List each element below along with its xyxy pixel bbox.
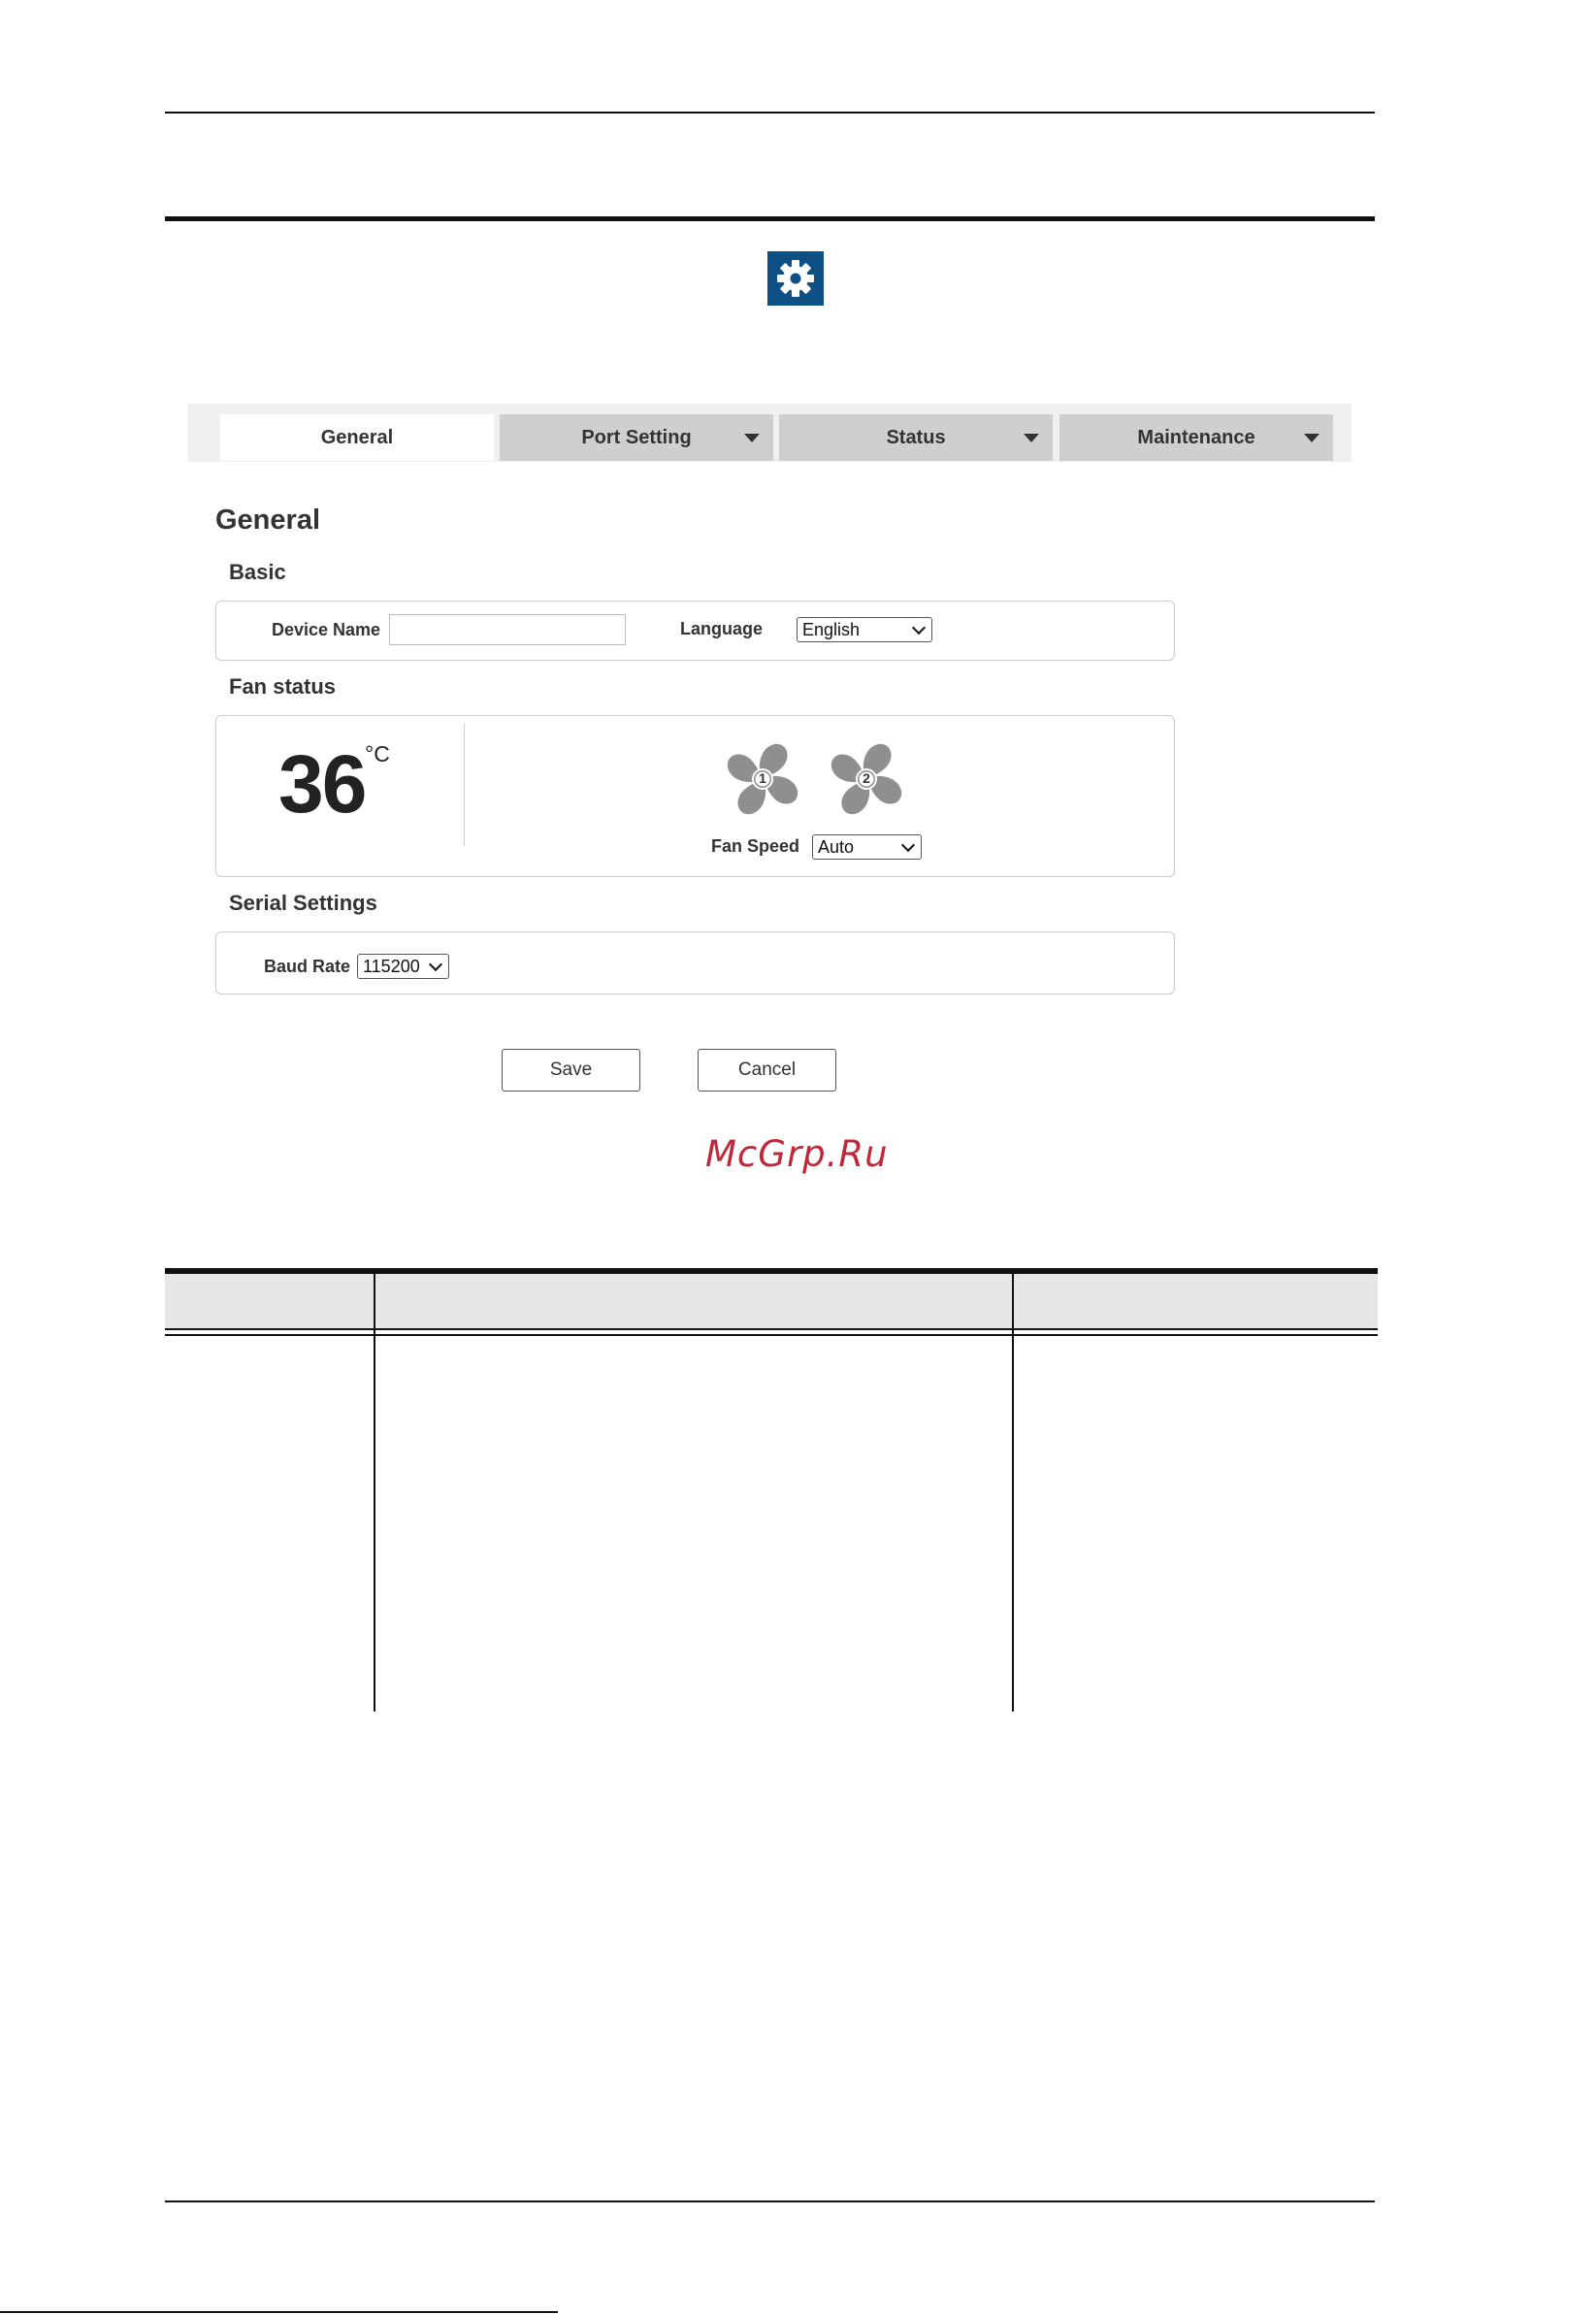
device-name-input[interactable]: [389, 614, 626, 645]
fan-speed-select-value: Auto: [818, 836, 855, 857]
basic-panel: Device Name Language English: [215, 601, 1175, 661]
baud-rate-select[interactable]: 115200: [357, 954, 449, 979]
tab-general[interactable]: General: [220, 414, 494, 461]
chevron-down-icon: [911, 620, 927, 636]
language-label: Language: [680, 619, 764, 638]
tab-maintenance-label: Maintenance: [1137, 426, 1255, 448]
tab-port-setting-label: Port Setting: [581, 426, 692, 448]
footer-rule: [165, 2200, 1375, 2202]
header-rule-thin: [165, 112, 1375, 114]
fan-speed-select[interactable]: Auto: [812, 834, 922, 860]
save-button[interactable]: Save: [502, 1049, 640, 1092]
language-select-value: English: [802, 619, 861, 639]
table-header-divider-1: [165, 1328, 1378, 1330]
fan-2-icon: 2: [828, 740, 905, 818]
caret-down-icon: [1304, 434, 1319, 442]
caret-down-icon: [1024, 434, 1039, 442]
tab-general-label: General: [320, 426, 394, 448]
fan-panel: 36 °C 1 2 Fan Speed Auto: [215, 715, 1175, 877]
cancel-button[interactable]: Cancel: [698, 1049, 836, 1092]
device-name-label: Device Name: [272, 620, 381, 639]
fan-1-number: 1: [759, 770, 766, 786]
fan-panel-divider: [464, 724, 465, 846]
save-button-label: Save: [549, 1059, 593, 1080]
tab-status[interactable]: Status: [779, 414, 1053, 461]
chevron-down-icon: [900, 837, 916, 853]
page-title: General: [215, 505, 320, 536]
cancel-button-label: Cancel: [737, 1059, 797, 1080]
table-column-line-2: [1012, 1274, 1014, 1711]
table-column-line-1: [374, 1274, 375, 1711]
tab-port-setting[interactable]: Port Setting: [500, 414, 773, 461]
section-fan-heading: Fan status: [229, 674, 337, 699]
table-header-row: [165, 1274, 1378, 1328]
watermark: McGrp.Ru: [705, 1133, 889, 1175]
fan-speed-label: Fan Speed: [711, 836, 800, 856]
baud-rate-label: Baud Rate: [264, 957, 351, 976]
tab-maintenance[interactable]: Maintenance: [1059, 414, 1333, 461]
chevron-down-icon: [428, 957, 443, 972]
table-header-divider-2: [165, 1334, 1378, 1336]
gear-icon: [767, 251, 824, 306]
header-rule-thick: [165, 216, 1375, 221]
caret-down-icon: [744, 434, 760, 442]
language-select[interactable]: English: [797, 617, 932, 642]
baud-rate-select-value: 115200: [363, 956, 420, 976]
section-serial-heading: Serial Settings: [229, 891, 377, 915]
tab-status-label: Status: [886, 426, 946, 448]
temperature-unit: °C: [365, 741, 390, 766]
serial-panel: Baud Rate 115200: [215, 931, 1175, 994]
bottom-edge-rule: [0, 2311, 558, 2313]
tab-bar: General Port Setting Status Maintenance: [187, 404, 1352, 462]
fan-1-icon: 1: [724, 740, 801, 818]
fan-2-number: 2: [863, 770, 870, 786]
temperature-value: 36: [278, 738, 367, 830]
section-basic-heading: Basic: [229, 560, 286, 584]
